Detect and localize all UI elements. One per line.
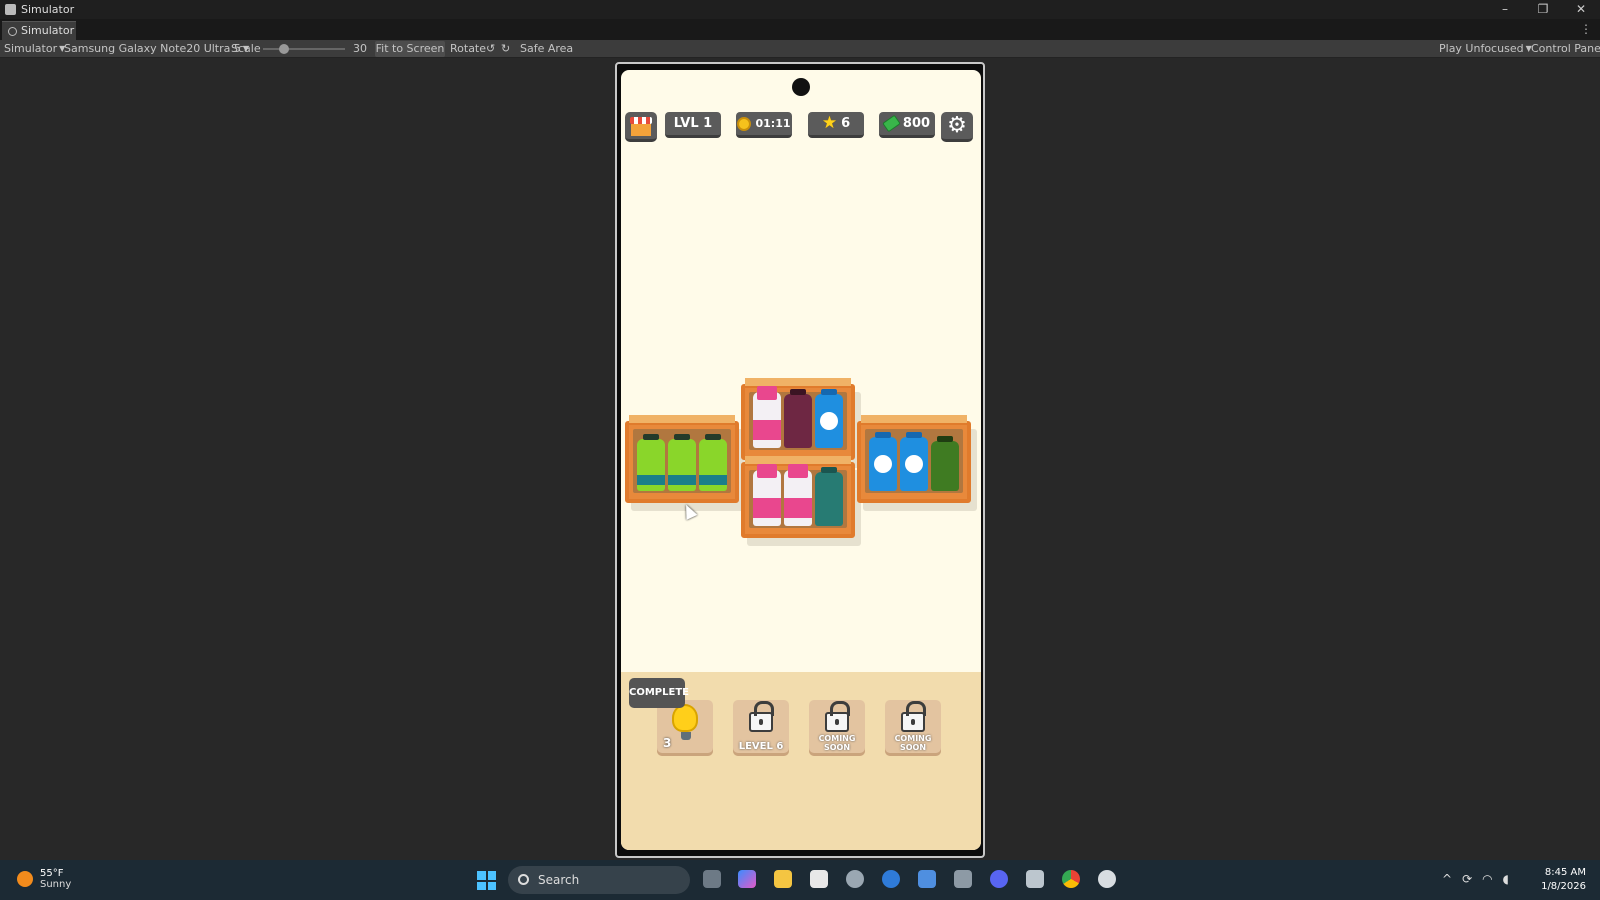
pink-milk-item[interactable] — [784, 464, 812, 526]
lock-icon — [749, 701, 774, 732]
settings-button[interactable]: ⚙ — [941, 112, 973, 142]
simulator-icon — [8, 26, 17, 36]
green-can-item[interactable] — [668, 434, 696, 491]
blue-can-item[interactable] — [900, 432, 928, 491]
weather-temperature: 55°F — [40, 868, 64, 879]
scale-slider-track[interactable] — [263, 48, 345, 50]
system-app-icon[interactable] — [1098, 870, 1116, 888]
weather-widget[interactable]: 55°F Sunny — [17, 868, 71, 890]
unity-icon — [5, 4, 16, 15]
lock-icon — [901, 701, 926, 732]
close-icon[interactable]: ✕ — [1562, 0, 1600, 19]
control-panel-button[interactable]: Control Panel — [1531, 40, 1600, 58]
shelf-left[interactable] — [625, 415, 739, 503]
stars-counter: ★ 6 — [808, 112, 864, 138]
play-mode-dropdown[interactable]: Play Unfocused ▼ — [1439, 40, 1532, 58]
weather-condition: Sunny — [40, 879, 72, 890]
window-title: Simulator — [21, 3, 75, 16]
chrome-icon[interactable] — [1062, 870, 1080, 888]
pink-milk-item[interactable] — [753, 386, 781, 448]
fit-to-screen-button[interactable]: Fit to Screen — [375, 41, 445, 57]
clock[interactable]: 8:45 AM 1/8/2026 — [1541, 866, 1586, 894]
window-controls: – ❐ ✕ — [1486, 0, 1600, 19]
game-screen[interactable]: LVL 1 01:11 ★ 6 800 ⚙ 3 COMPLETE LEVEL 6… — [621, 70, 981, 850]
edge-icon[interactable] — [882, 870, 900, 888]
notepad-icon[interactable] — [810, 870, 828, 888]
task-view-icon[interactable] — [703, 870, 721, 888]
windows-taskbar: 55°F Sunny Search ^ ⟳ ◠ ◖ 8:45 AM 1/8/20… — [0, 860, 1600, 900]
window-titlebar: Simulator – ❐ ✕ — [0, 0, 1600, 19]
notes-icon[interactable] — [918, 870, 936, 888]
unity-editor-icon[interactable] — [1026, 870, 1044, 888]
safe-area-toggle[interactable]: Safe Area — [520, 40, 573, 58]
complete-badge: COMPLETE — [629, 678, 689, 708]
lightbulb-icon — [672, 704, 698, 740]
sun-icon — [17, 871, 33, 887]
scale-label: Scale — [231, 42, 261, 55]
device-frame: LVL 1 01:11 ★ 6 800 ⚙ 3 COMPLETE LEVEL 6… — [615, 62, 985, 858]
tab-simulator[interactable]: Simulator — [2, 21, 76, 40]
pink-milk-item[interactable] — [753, 464, 781, 526]
gear-icon: ⚙ — [947, 113, 967, 138]
game-hud: LVL 1 01:11 ★ 6 800 ⚙ — [621, 110, 981, 146]
green-can-item[interactable] — [637, 434, 665, 491]
clock-icon — [737, 116, 752, 131]
lock-icon — [825, 701, 850, 732]
shelf-center-bottom[interactable] — [741, 456, 855, 538]
discord-icon[interactable] — [990, 870, 1008, 888]
shelf-right[interactable] — [857, 415, 971, 503]
clock-date: 1/8/2026 — [1541, 881, 1586, 892]
hint-booster-button[interactable]: 3 — [657, 700, 713, 756]
booster-panel: 3 COMPLETE LEVEL 6 COMING SOON COMING SO… — [621, 672, 981, 850]
locked-booster-coming-soon-2[interactable]: COMING SOON — [885, 700, 941, 756]
timer-indicator: 01:11 — [736, 112, 792, 138]
blue-can-item[interactable] — [815, 389, 843, 448]
scale-value: 30 — [353, 42, 367, 55]
restore-icon[interactable]: ❐ — [1524, 0, 1562, 19]
more-options-icon[interactable]: ⋮ — [1580, 22, 1592, 36]
level-indicator: LVL 1 — [665, 112, 721, 138]
tab-label: Simulator — [21, 24, 75, 37]
rotate-right-icon[interactable]: ↻ — [501, 40, 510, 58]
windows-start-icon[interactable] — [477, 871, 496, 890]
wifi-icon[interactable]: ◠ — [1482, 872, 1492, 886]
cash-icon — [882, 114, 901, 133]
copilot-icon[interactable] — [738, 870, 756, 888]
shop-icon — [630, 117, 652, 124]
hint-count: 3 — [663, 736, 672, 750]
simulator-dropdown[interactable]: Simulator ▼ — [4, 40, 65, 58]
olive-bottle-item[interactable] — [931, 436, 959, 491]
system-tray: ^ ⟳ ◠ ◖ — [1442, 872, 1509, 886]
chevron-up-icon[interactable]: ^ — [1442, 872, 1452, 886]
device-dropdown[interactable]: Samsung Galaxy Note20 Ultra 5 ▼ — [64, 40, 249, 58]
file-explorer-icon[interactable] — [774, 870, 792, 888]
blue-can-item[interactable] — [869, 432, 897, 491]
clock-time: 8:45 AM — [1544, 867, 1586, 878]
teal-bottle-item[interactable] — [815, 467, 843, 526]
green-can-item[interactable] — [699, 434, 727, 491]
simulator-toolbar: Simulator ▼ Samsung Galaxy Note20 Ultra 5… — [0, 40, 1600, 58]
dark-bottle-item[interactable] — [784, 389, 812, 448]
locked-booster-coming-soon-1[interactable]: COMING SOON — [809, 700, 865, 756]
shop-button[interactable] — [625, 112, 657, 142]
scale-slider-thumb[interactable] — [279, 44, 289, 54]
cash-counter: 800 — [879, 112, 935, 138]
star-icon: ★ — [821, 113, 838, 133]
taskbar-search[interactable]: Search — [508, 866, 690, 894]
search-icon — [518, 874, 529, 885]
minimize-icon[interactable]: – — [1486, 0, 1524, 19]
volume-icon[interactable]: ◖ — [1503, 872, 1509, 886]
rotate-label: Rotate — [450, 42, 487, 55]
tab-row: Simulator ⋮ — [0, 19, 1600, 40]
unity-hub-icon[interactable] — [954, 870, 972, 888]
camera-notch — [792, 78, 810, 96]
shelf-center-top[interactable] — [741, 378, 855, 460]
sync-icon[interactable]: ⟳ — [1462, 872, 1472, 886]
rotate-left-icon[interactable]: ↺ — [486, 40, 495, 58]
app-icon[interactable] — [846, 870, 864, 888]
locked-booster-level6[interactable]: LEVEL 6 — [733, 700, 789, 756]
